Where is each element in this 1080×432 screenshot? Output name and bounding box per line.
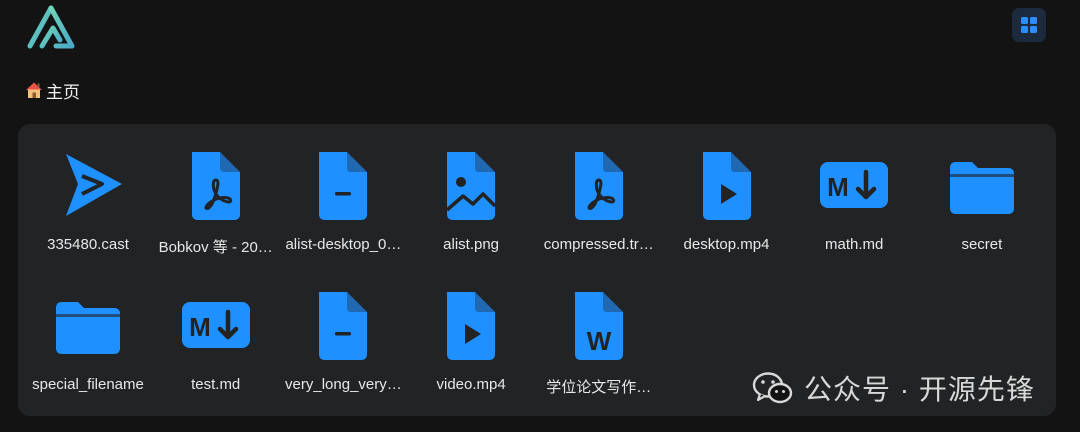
- breadcrumb: 主页: [24, 78, 80, 102]
- file-name: 学位论文写作…: [546, 379, 652, 396]
- word-file-icon: W: [559, 284, 639, 364]
- file-name: video.mp4: [436, 376, 506, 393]
- asciinema-icon: [48, 144, 128, 224]
- watermark: 公众号 · 开源先锋: [752, 368, 1035, 408]
- file-name: alist-desktop_0…: [285, 236, 402, 253]
- house-icon: [24, 80, 44, 100]
- top-bar: [0, 0, 1080, 56]
- grid-view-button[interactable]: [1012, 8, 1046, 42]
- file-item[interactable]: special_filename: [26, 268, 150, 398]
- video-file-icon: [431, 284, 511, 364]
- wechat-icon: [752, 370, 794, 406]
- image-file-icon: [431, 144, 511, 224]
- file-item[interactable]: video.mp4: [409, 268, 533, 398]
- folder-icon: [942, 144, 1022, 224]
- markdown-icon: M: [814, 144, 894, 224]
- file-item[interactable]: Bobkov 等 - 20…: [154, 128, 278, 258]
- file-item[interactable]: desktop.mp4: [665, 128, 789, 258]
- file-item[interactable]: secret: [920, 128, 1044, 258]
- file-item[interactable]: M test.md: [154, 268, 278, 398]
- pdf-file-icon: [176, 144, 256, 224]
- file-name: Bobkov 等 - 20…: [158, 239, 273, 256]
- file-item[interactable]: W 学位论文写作…: [537, 268, 661, 398]
- svg-text:M: M: [827, 172, 849, 202]
- file-item[interactable]: alist.png: [409, 128, 533, 258]
- pdf-file-icon: [559, 144, 639, 224]
- generic-file-icon: [303, 284, 383, 364]
- watermark-text: 公众号 · 开源先锋: [804, 374, 1035, 405]
- file-item[interactable]: very_long_very…: [281, 268, 405, 398]
- file-name: very_long_very…: [285, 376, 402, 393]
- alist-logo-icon[interactable]: [26, 4, 76, 50]
- file-name: 335480.cast: [47, 236, 129, 253]
- grid-view-icon: [1021, 17, 1037, 33]
- generic-file-icon: [303, 144, 383, 224]
- folder-icon: [48, 284, 128, 364]
- file-name: alist.png: [443, 236, 500, 253]
- markdown-icon: M: [176, 284, 256, 364]
- svg-text:M: M: [189, 312, 211, 342]
- file-name: test.md: [191, 376, 241, 393]
- file-item[interactable]: compressed.tr…: [537, 128, 661, 258]
- file-item[interactable]: 335480.cast: [26, 128, 150, 258]
- svg-text:W: W: [587, 326, 612, 356]
- video-file-icon: [687, 144, 767, 224]
- file-item[interactable]: alist-desktop_0…: [281, 128, 405, 258]
- file-name: secret: [961, 236, 1003, 253]
- file-name: math.md: [825, 236, 884, 253]
- file-item[interactable]: M math.md: [792, 128, 916, 258]
- file-name: desktop.mp4: [683, 236, 770, 253]
- file-name: compressed.tr…: [543, 236, 654, 253]
- file-name: special_filename: [32, 376, 144, 393]
- breadcrumb-home-link[interactable]: 主页: [46, 78, 80, 103]
